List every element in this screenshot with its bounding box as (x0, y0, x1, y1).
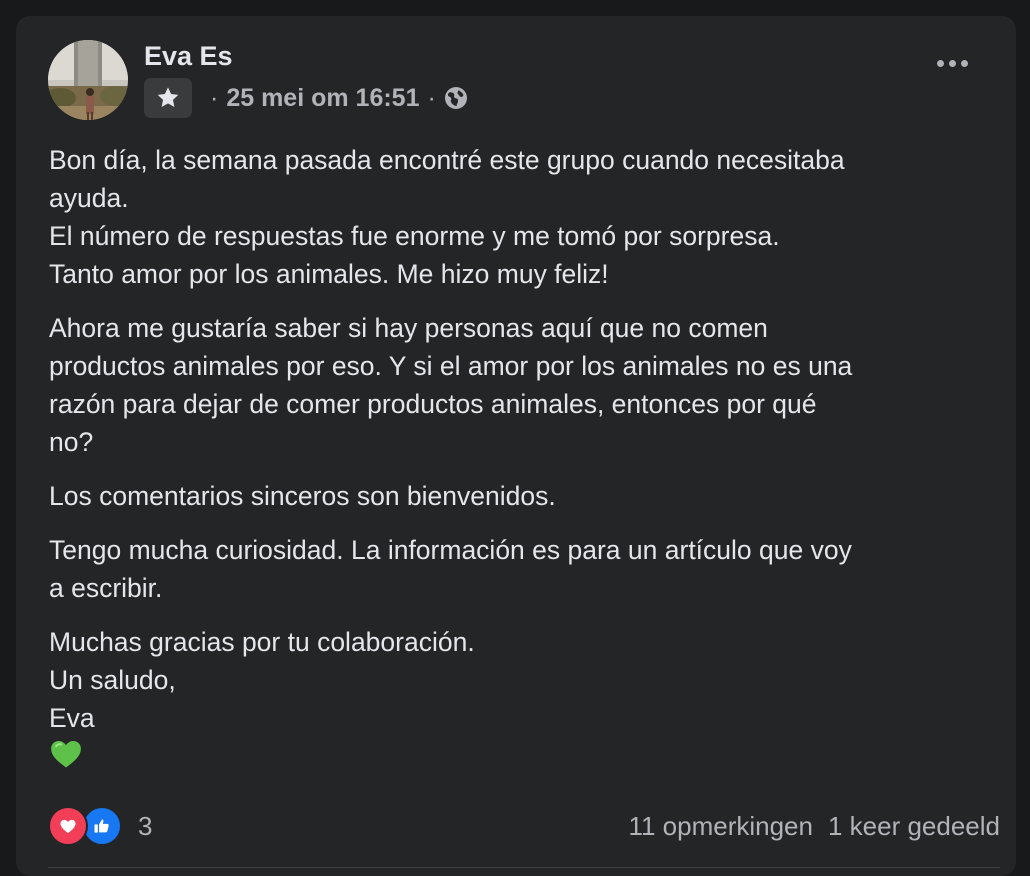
text-line: Tengo mucha curiosidad. La información e… (49, 535, 852, 565)
reactions-summary[interactable]: 3 (48, 806, 152, 846)
text-line: Muchas gracias por tu colaboración. (49, 627, 475, 657)
text-line: Bon día, la semana pasada encontré este … (49, 145, 845, 175)
text-line: El número de respuestas fue enorme y me … (49, 221, 780, 251)
text-line: a escribir. (49, 573, 163, 603)
star-icon[interactable] (144, 78, 192, 118)
post-subline: · 25 mei om 16:51 · (144, 78, 468, 118)
text-line: Ahora me gustaría saber si hay personas … (49, 313, 768, 343)
paragraph: Los comentarios sinceros son bienvenidos… (49, 477, 994, 515)
post-body: Bon día, la semana pasada encontré este … (49, 141, 994, 781)
paragraph: Muchas gracias por tu colaboración. Un s… (49, 623, 994, 737)
text-line: Los comentarios sinceros son bienvenidos… (49, 481, 556, 511)
paragraph: Ahora me gustaría saber si hay personas … (49, 309, 994, 461)
paragraph: Tengo mucha curiosidad. La información e… (49, 531, 994, 607)
separator: · (427, 83, 436, 112)
globe-icon[interactable] (444, 86, 468, 110)
more-options-icon[interactable] (937, 60, 968, 67)
text-line: razón para dejar de comer productos anim… (49, 389, 817, 419)
text-line: productos animales por eso. Y si el amor… (49, 351, 853, 381)
post-footer: 3 11 opmerkingen 1 keer gedeeld (48, 791, 1000, 861)
text-line: no? (49, 427, 94, 457)
post-header: Eva Es · 25 mei om 16:51 · (48, 40, 468, 120)
divider (48, 867, 1000, 868)
author-name[interactable]: Eva Es (144, 38, 468, 74)
reaction-count[interactable]: 3 (138, 811, 152, 842)
engagement-stats: 11 opmerkingen 1 keer gedeeld (628, 811, 1000, 842)
post-meta: Eva Es · 25 mei om 16:51 · (144, 41, 468, 118)
text-line: ayuda. (49, 183, 129, 213)
text-line: Eva (49, 703, 95, 733)
separator: · (210, 83, 219, 112)
like-reaction-icon[interactable] (82, 806, 122, 846)
text-line: Tanto amor por los animales. Me hizo muy… (49, 259, 609, 289)
green-heart-icon (49, 737, 83, 771)
text-line: Un saludo, (49, 665, 176, 695)
avatar[interactable] (48, 40, 128, 120)
paragraph: Bon día, la semana pasada encontré este … (49, 141, 994, 293)
comments-count[interactable]: 11 opmerkingen (628, 811, 813, 842)
love-reaction-icon[interactable] (48, 806, 88, 846)
post-card: Eva Es · 25 mei om 16:51 · Bon día, la s… (16, 16, 1016, 876)
shares-count[interactable]: 1 keer gedeeld (828, 811, 1000, 842)
post-date[interactable]: 25 mei om 16:51 (226, 84, 419, 113)
